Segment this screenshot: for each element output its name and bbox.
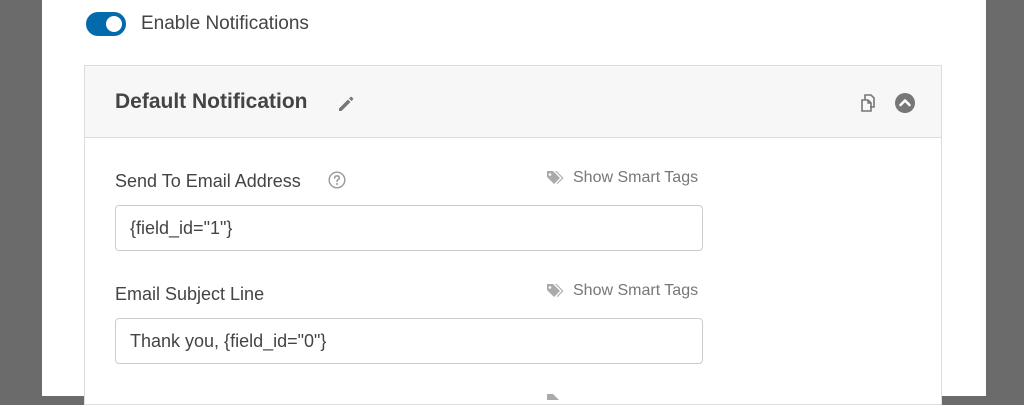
pencil-icon[interactable]: [336, 94, 356, 114]
notification-panel: Default Notification Send To Email Addre…: [84, 65, 942, 405]
help-icon[interactable]: [328, 171, 346, 189]
send-to-email-input[interactable]: [115, 205, 703, 251]
panel-header[interactable]: Default Notification: [85, 66, 941, 138]
enable-notifications-label: Enable Notifications: [141, 13, 309, 34]
duplicate-icon[interactable]: [858, 92, 880, 114]
panel-title: Default Notification: [115, 90, 308, 113]
show-smart-tags-link[interactable]: Show Smart Tags: [543, 169, 698, 187]
smart-tags-label: Show Smart Tags: [573, 282, 699, 299]
toggle-knob: [106, 16, 122, 32]
tags-icon: [547, 284, 564, 297]
enable-notifications-toggle[interactable]: [86, 12, 126, 36]
send-to-email-label: Send To Email Address: [115, 171, 301, 191]
email-subject-input[interactable]: [115, 318, 703, 364]
email-subject-label: Email Subject Line: [115, 284, 265, 304]
chevron-up-circle-icon[interactable]: [895, 93, 915, 113]
show-smart-tags-link[interactable]: Show Smart Tags: [543, 282, 698, 300]
enable-notifications-row: Enable Notifications: [86, 10, 309, 38]
tags-icon: [547, 394, 559, 400]
tags-icon: [547, 171, 564, 184]
smart-tags-label: Show Smart Tags: [573, 169, 699, 186]
